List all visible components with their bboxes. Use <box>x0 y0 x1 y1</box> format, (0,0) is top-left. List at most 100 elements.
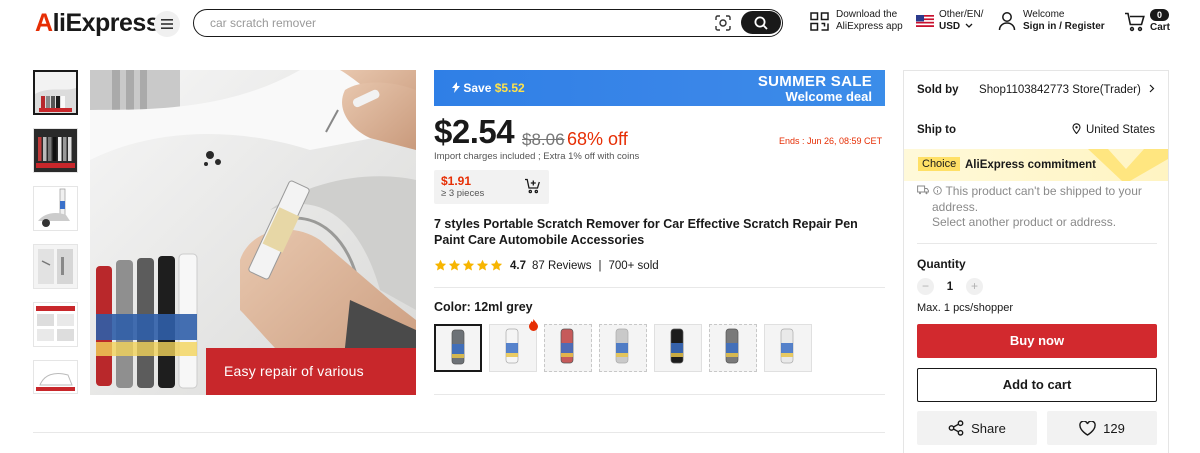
sale-subtitle: Welcome deal <box>785 89 872 104</box>
quantity-stepper: − 1 + <box>917 278 983 295</box>
ship-to-row[interactable]: Ship to United States <box>917 123 1155 136</box>
divider <box>917 243 1157 244</box>
truck-icon <box>917 185 929 195</box>
thumbnail-2[interactable] <box>33 128 78 173</box>
color-swatch-6[interactable] <box>709 324 757 372</box>
product-photo <box>90 70 416 395</box>
tier-price: $1.91 <box>441 174 472 188</box>
currency-label: USD <box>939 21 961 32</box>
sign-in-register-link[interactable]: Sign in / Register <box>1023 21 1105 32</box>
download-app-link[interactable]: Download the AliExpress app <box>810 9 903 33</box>
cart-icon <box>1125 12 1145 32</box>
sale-title: SUMMER SALE <box>757 73 872 90</box>
color-swatch-4[interactable] <box>599 324 647 372</box>
share-label: Share <box>971 420 1006 436</box>
product-title: 7 styles Portable Scratch Remover for Ca… <box>434 217 858 247</box>
share-button[interactable]: Share <box>917 411 1037 445</box>
cart-label: Cart <box>1150 22 1171 33</box>
header: AliExpress Download the AliExpress app O… <box>0 0 1200 48</box>
chevron-down-icon <box>965 23 973 28</box>
user-icon <box>998 12 1016 31</box>
choice-commitment[interactable]: Choice AliExpress commitment <box>904 149 1168 181</box>
sold-by-label: Sold by <box>917 84 959 96</box>
save-amount: $5.52 <box>494 81 525 95</box>
sold-by-row: Sold by Shop1103842773 Store(Trader) <box>917 84 1155 96</box>
quantity-decrease-button[interactable]: − <box>917 278 934 295</box>
choice-badge: Choice <box>918 157 961 171</box>
bulk-price-tier[interactable]: $1.91 ≥ 3 pieces <box>434 170 549 204</box>
locale-selector[interactable]: Other/EN/ USD <box>916 9 983 33</box>
color-swatch-2[interactable] <box>489 319 538 372</box>
search-button[interactable] <box>741 11 781 34</box>
quantity-value[interactable]: 1 <box>934 281 966 293</box>
color-swatches <box>434 319 812 372</box>
thumbnail-4[interactable] <box>33 244 78 289</box>
pen-thumbnail <box>670 328 684 364</box>
original-price: $8.06 <box>522 130 565 149</box>
download-line1: Download the <box>836 9 898 20</box>
add-cart-icon <box>525 178 540 194</box>
add-to-cart-button[interactable]: Add to cart <box>917 368 1157 402</box>
pen-thumbnail <box>615 328 629 364</box>
divider <box>434 287 885 288</box>
quantity-label: Quantity <box>917 257 966 271</box>
pen-thumbnail <box>560 328 574 364</box>
rating-value: 4.7 <box>510 259 526 272</box>
star-icon <box>434 259 447 271</box>
thumbnail-3[interactable] <box>33 186 78 231</box>
pen-thumbnail <box>725 328 739 364</box>
menu-button[interactable] <box>154 11 180 37</box>
locale-line1: Other/EN/ <box>939 9 984 20</box>
import-note: Import charges included ; Extra 1% off w… <box>434 151 640 162</box>
thumbnail-5[interactable] <box>33 302 78 347</box>
info-icon <box>933 186 943 195</box>
location-pin-icon <box>1072 123 1081 135</box>
color-swatch-5[interactable] <box>654 324 702 372</box>
tier-quantity: ≥ 3 pieces <box>441 188 485 199</box>
save-label: Save $5.52 <box>452 81 525 95</box>
thumbnail-1[interactable] <box>33 70 78 115</box>
download-line2: AliExpress app <box>836 21 903 32</box>
select-another-link[interactable]: Select another product or address. <box>917 215 1157 231</box>
us-flag-icon <box>916 15 934 27</box>
divider <box>33 432 885 433</box>
reviews-link[interactable]: 87 Reviews <box>532 260 591 272</box>
pen-thumbnail <box>451 329 465 365</box>
color-swatch-1[interactable] <box>434 324 482 372</box>
thumbnail-6[interactable] <box>33 360 78 394</box>
color-swatch-3[interactable] <box>544 324 592 372</box>
star-icon <box>490 259 503 271</box>
star-icon <box>462 259 475 271</box>
buy-now-button[interactable]: Buy now <box>917 324 1157 358</box>
aliexpress-logo[interactable]: AliExpress <box>35 9 160 38</box>
store-link[interactable]: Shop1103842773 Store(Trader) <box>979 84 1155 96</box>
logo-text: liExpress <box>52 9 160 37</box>
cart-count-badge: 0 <box>1150 9 1169 21</box>
discount-percent: 68% off <box>567 129 628 149</box>
save-prefix: Save <box>463 81 495 95</box>
qr-code-icon <box>810 11 829 31</box>
search-icon <box>754 16 768 30</box>
search-input[interactable] <box>210 14 690 32</box>
image-search-icon[interactable] <box>714 14 732 32</box>
summer-sale-banner: Save $5.52 SUMMER SALE Welcome deal <box>434 70 885 106</box>
pen-thumbnail <box>505 328 519 364</box>
rating-separator: | <box>598 259 602 272</box>
choice-text: AliExpress commitment <box>965 159 1097 171</box>
warn-line1: This product can't be shipped to your <box>945 184 1142 198</box>
color-swatch-7[interactable] <box>764 324 812 372</box>
sale-end-time: Ends : Jun 26, 08:59 CET <box>779 136 883 146</box>
quantity-increase-button[interactable]: + <box>966 278 983 295</box>
current-price: $2.54 <box>434 113 515 150</box>
hamburger-icon <box>161 19 173 29</box>
welcome-text: Welcome <box>1023 9 1065 20</box>
store-name: Shop1103842773 Store(Trader) <box>979 84 1141 96</box>
cart-button[interactable] <box>1124 12 1146 32</box>
ship-to-value: United States <box>1085 124 1155 136</box>
wishlist-button[interactable]: 129 <box>1047 411 1157 445</box>
lightning-icon <box>452 82 460 93</box>
wishlist-count: 129 <box>1103 420 1125 436</box>
account-menu[interactable]: Welcome Sign in / Register <box>998 9 1105 33</box>
main-product-image[interactable]: Easy repair of various scratches <box>90 70 416 395</box>
max-quantity-note: Max. 1 pcs/shopper <box>917 302 1013 314</box>
